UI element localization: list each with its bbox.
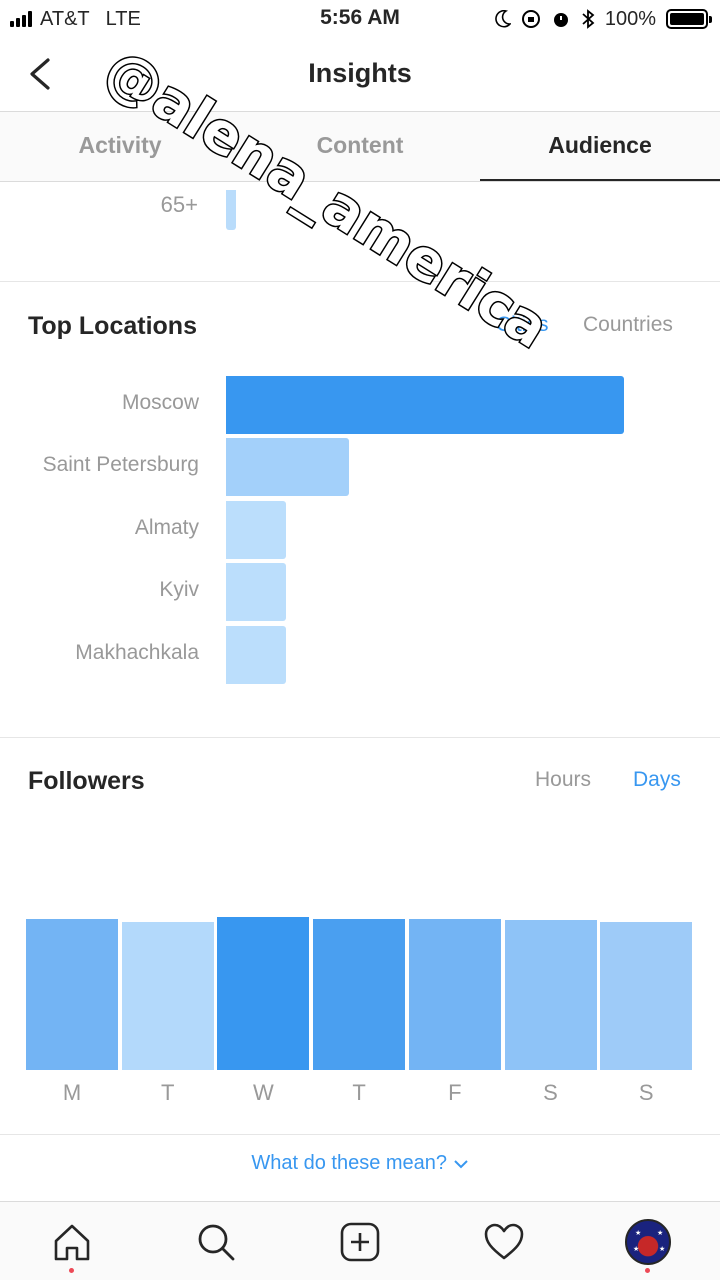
profile-tab[interactable]: ★ ★ ★ ★	[576, 1202, 720, 1280]
add-post-tab[interactable]	[288, 1202, 432, 1280]
notification-dot	[69, 1268, 74, 1273]
orientation-lock-icon	[521, 10, 540, 28]
battery-icon	[666, 9, 712, 29]
moon-icon	[495, 10, 511, 28]
followers-bar	[217, 917, 310, 1070]
page-title: Insights	[308, 58, 412, 88]
followers-bar	[600, 921, 693, 1070]
section-divider	[0, 1134, 720, 1135]
section-divider	[0, 737, 720, 738]
age-row: 65+	[0, 190, 720, 230]
chevron-down-icon	[453, 1160, 468, 1169]
day-label: F	[448, 1080, 462, 1105]
add-post-icon	[340, 1222, 380, 1261]
followers-title: Followers	[28, 767, 145, 795]
bottom-tab-bar: ★ ★ ★ ★	[0, 1201, 720, 1280]
search-icon	[198, 1224, 235, 1260]
location-label: Makhachkala	[75, 641, 199, 664]
age-bar	[226, 190, 236, 230]
day-label: T	[160, 1080, 175, 1105]
toggle-hours[interactable]: Hours	[535, 768, 591, 792]
location-bar	[226, 501, 286, 559]
status-bar: AT&T LTE 5:56 AM 100%	[0, 0, 720, 38]
notification-dot	[645, 1268, 650, 1273]
location-bar	[226, 626, 286, 684]
battery-percent: 100%	[604, 7, 656, 30]
heart-icon	[484, 1223, 524, 1259]
location-label: Kyiv	[159, 578, 199, 601]
followers-bar	[504, 920, 597, 1070]
top-locations-title: Top Locations	[28, 312, 197, 340]
tab-activity[interactable]: Activity	[0, 112, 240, 181]
activity-tab[interactable]	[432, 1202, 576, 1280]
bluetooth-icon	[582, 9, 595, 29]
toggle-cities[interactable]: Cities	[496, 313, 549, 337]
location-row: Almaty	[0, 501, 720, 559]
location-bar	[226, 563, 286, 621]
followers-bar	[408, 918, 501, 1070]
status-right: 100%	[495, 6, 712, 32]
day-label: M	[62, 1080, 82, 1105]
location-label: Moscow	[121, 391, 199, 414]
day-label: W	[253, 1080, 274, 1105]
day-label: S	[638, 1080, 654, 1105]
day-label: S	[543, 1080, 558, 1105]
toggle-countries[interactable]: Countries	[583, 313, 673, 337]
section-divider	[0, 281, 720, 282]
help-link[interactable]: What do these mean?	[0, 1152, 720, 1175]
location-label: Saint Petersburg	[42, 453, 199, 476]
day-label: T	[352, 1080, 366, 1105]
toggle-days[interactable]: Days	[633, 768, 681, 792]
followers-bar	[121, 921, 214, 1070]
location-label: Almaty	[134, 516, 199, 539]
tab-bar: Activity Content Audience	[0, 112, 720, 182]
help-link-label: What do these mean?	[251, 1152, 448, 1174]
profile-avatar: ★ ★ ★ ★	[625, 1218, 671, 1265]
tab-content[interactable]: Content	[240, 112, 480, 181]
alarm-icon	[553, 13, 568, 27]
age-label: 65+	[160, 192, 198, 217]
location-row: Makhachkala	[0, 626, 720, 684]
home-tab[interactable]	[0, 1202, 144, 1280]
followers-bar	[313, 918, 406, 1070]
location-bar	[226, 376, 624, 434]
home-icon	[54, 1224, 90, 1260]
location-bar	[226, 438, 350, 496]
tab-audience[interactable]: Audience	[480, 112, 720, 181]
location-row: Kyiv	[0, 563, 720, 621]
search-tab[interactable]	[144, 1202, 288, 1280]
location-row: Moscow	[0, 376, 720, 434]
location-row: Saint Petersburg	[0, 438, 720, 496]
nav-bar: Insights	[0, 38, 720, 112]
followers-bar	[26, 918, 118, 1070]
